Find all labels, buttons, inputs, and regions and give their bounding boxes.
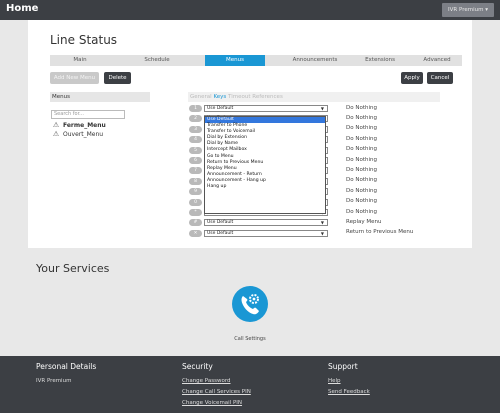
key-badge: 1 [189,105,202,112]
tab-advanced[interactable]: Advanced [412,55,462,66]
key-action-select[interactable]: Use Default ▼ [204,229,328,237]
tab-menus[interactable]: Menus [205,55,265,66]
home-link[interactable]: Home [6,3,38,14]
key-current-action: Replay Menu [346,218,382,225]
key-current-action: Do Nothing [346,104,377,111]
key-action-select[interactable]: Use Default ▼ [204,105,328,112]
subtab-general[interactable]: General [190,94,212,100]
menu-item-label: Ouvert_Menu [63,131,104,138]
subtab-keys[interactable]: Keys [213,94,226,100]
change-voicemail-pin-link[interactable]: Change Voicemail PIN [182,400,242,406]
key-current-action: Do Nothing [346,135,377,142]
footer-support-title: Support [328,362,358,371]
menu-item-label: Ferme_Menu [63,122,106,129]
key-badge: 7 [189,167,202,175]
footer-security-title: Security [182,362,213,371]
key-badge: 2 [189,115,202,123]
key-current-action: Do Nothing [346,146,377,153]
change-call-services-pin-link[interactable]: Change Call Services PIN [182,389,251,395]
search-input[interactable]: Search for... [51,110,125,119]
key-badge: # [189,219,202,227]
key-badge: 9 [189,188,202,196]
account-menu-button[interactable]: IVR Premium ▾ [442,3,494,17]
key-current-action: Do Nothing [346,125,377,132]
key-badge: ✕ [189,229,202,237]
menu-item-ouvert[interactable]: ⚠ Ouvert_Menu [52,130,103,138]
footer-personal-item: IVR Premium [36,378,72,384]
tab-main[interactable]: Main [50,55,110,66]
key-current-action: Return to Previous Menu [346,229,414,236]
call-settings-icon[interactable] [232,286,268,322]
footer: Personal Details IVR Premium Security Ch… [0,356,500,413]
key-badge: 5 [189,146,202,154]
menus-header: Menus [50,92,150,102]
key-badge: 6 [189,157,202,164]
services-title: Your Services [36,262,110,275]
keys-subtabs: General Keys Timeout References [188,92,440,102]
send-feedback-link[interactable]: Send Feedback [328,389,370,395]
add-new-menu-button[interactable]: Add New Menu [50,72,99,84]
warning-icon: ⚠ [52,121,60,129]
key-badge: 3 [189,125,202,133]
tab-bar: Main Schedule Menus Announcements Extens… [50,55,462,66]
key-current-action: Do Nothing [346,114,377,121]
subtab-references[interactable]: References [252,94,283,100]
chevron-down-icon: ▼ [320,106,324,111]
change-password-link[interactable]: Change Password [182,378,231,384]
key-action-select[interactable]: Use Default ▼ [204,219,328,227]
delete-button[interactable]: Delete [104,72,131,84]
help-link[interactable]: Help [328,378,341,384]
key-current-action: Do Nothing [346,208,377,215]
key-current-action: Do Nothing [346,166,377,173]
key-badge: 0 [189,198,202,206]
key-current-action: Do Nothing [346,187,377,194]
key-action-select-value: Use Default [207,220,234,226]
menu-item-ferme[interactable]: ⚠ Ferme_Menu [52,121,106,129]
call-settings-label[interactable]: Call Settings [0,336,500,342]
apply-button[interactable]: Apply [401,72,423,84]
key-badge: * [189,209,202,216]
tab-announcements[interactable]: Announcements [270,55,360,66]
top-bar: Home IVR Premium ▾ [0,0,500,20]
key-badge: 4 [189,136,202,144]
chevron-down-icon: ▼ [320,220,324,226]
line-status-panel: Line Status Main Schedule Menus Announce… [28,20,472,248]
key-badge: 8 [189,177,202,185]
subtab-timeout[interactable]: Timeout [228,94,250,100]
tab-schedule[interactable]: Schedule [122,55,192,66]
key-current-action: Do Nothing [346,156,377,163]
key-action-select-value: Use Default [207,230,234,236]
tab-extensions[interactable]: Extensions [350,55,410,66]
warning-icon: ⚠ [52,130,60,138]
cancel-button[interactable]: Cancel [427,72,453,84]
chevron-down-icon: ▼ [320,230,324,236]
page-title: Line Status [50,33,118,47]
key-current-action: Do Nothing [346,177,377,184]
footer-personal-title: Personal Details [36,362,97,371]
key-current-action: Do Nothing [346,198,377,205]
dropdown-option[interactable]: Hang up [205,184,325,190]
key-action-select-value: Use Default [207,106,234,111]
key-action-dropdown-list[interactable]: Use Default Transfer to Phone Transfer to … [204,116,326,214]
